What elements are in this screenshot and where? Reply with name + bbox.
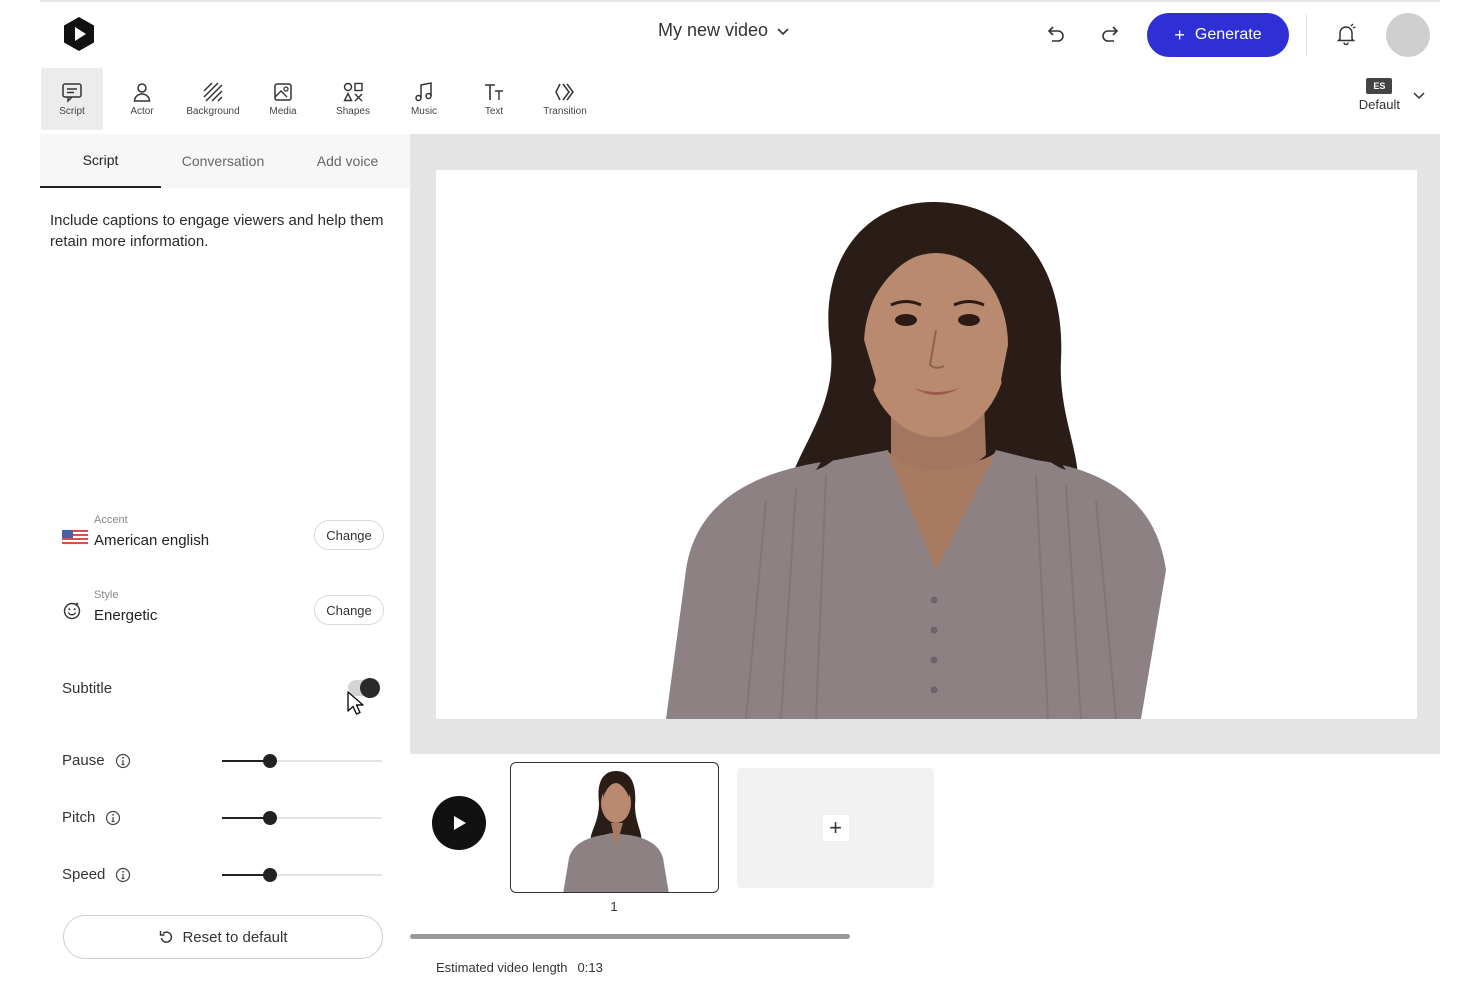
tool-label: Background bbox=[186, 106, 240, 117]
actor-presenter-image[interactable] bbox=[436, 170, 1417, 719]
header-divider bbox=[1306, 14, 1307, 56]
speed-label: Speed bbox=[62, 866, 106, 883]
tab-add-voice[interactable]: Add voice bbox=[285, 134, 410, 188]
info-icon[interactable] bbox=[115, 753, 131, 769]
video-canvas[interactable] bbox=[436, 170, 1417, 719]
pause-slider[interactable] bbox=[222, 754, 382, 768]
language-label: Default bbox=[1358, 97, 1400, 112]
tool-text[interactable]: Text bbox=[464, 68, 524, 130]
tool-bar: Script Actor Background Media Shapes Mus… bbox=[40, 68, 1440, 132]
scene-actor-image bbox=[563, 771, 669, 892]
us-flag-icon bbox=[62, 529, 88, 545]
add-scene-button[interactable]: + bbox=[737, 768, 934, 888]
reset-icon bbox=[160, 931, 173, 943]
text-icon bbox=[485, 84, 503, 100]
script-text[interactable]: Include captions to engage viewers and h… bbox=[50, 210, 390, 252]
tool-label: Text bbox=[484, 106, 504, 117]
tab-script[interactable]: Script bbox=[40, 134, 161, 188]
background-icon bbox=[203, 82, 223, 102]
subtitle-label: Subtitle bbox=[62, 680, 113, 697]
scene-thumbnail[interactable] bbox=[510, 762, 719, 893]
tab-conversation[interactable]: Conversation bbox=[161, 134, 285, 188]
pitch-label: Pitch bbox=[62, 809, 96, 826]
script-icon bbox=[62, 83, 82, 103]
slider-thumb[interactable] bbox=[263, 868, 277, 882]
chevron-down-icon bbox=[777, 27, 789, 35]
style-caption: Style bbox=[94, 589, 119, 601]
slider-thumb[interactable] bbox=[263, 811, 277, 825]
script-panel: Script Conversation Add voice Include ca… bbox=[40, 134, 410, 987]
reset-to-default-button[interactable]: Reset to default bbox=[63, 915, 383, 959]
pitch-setting: Pitch bbox=[62, 803, 384, 833]
change-accent-button[interactable]: Change bbox=[314, 520, 384, 550]
mouse-cursor-icon bbox=[347, 691, 364, 715]
play-button[interactable] bbox=[432, 796, 486, 850]
generate-button[interactable]: + Generate bbox=[1147, 13, 1289, 57]
slider-thumb[interactable] bbox=[263, 754, 277, 768]
redo-icon[interactable] bbox=[1099, 22, 1123, 46]
estimated-label: Estimated video length bbox=[436, 960, 568, 975]
speed-setting: Speed bbox=[62, 860, 384, 890]
info-icon[interactable] bbox=[105, 810, 121, 826]
subtitle-setting: Subtitle bbox=[62, 674, 384, 704]
info-icon[interactable] bbox=[115, 867, 131, 883]
video-title: My new video bbox=[658, 20, 769, 40]
timeline-scrollbar[interactable] bbox=[410, 934, 850, 939]
notification-bell-icon[interactable] bbox=[1334, 22, 1358, 46]
tool-label: Shapes bbox=[336, 106, 370, 117]
transition-icon bbox=[555, 83, 574, 101]
panel-tabs: Script Conversation Add voice bbox=[40, 134, 410, 188]
tool-label: Script bbox=[59, 106, 85, 117]
tool-label: Music bbox=[410, 106, 438, 117]
accent-setting: Accent American english Change bbox=[62, 512, 384, 562]
app-logo-icon[interactable] bbox=[62, 16, 96, 52]
pause-label: Pause bbox=[62, 752, 105, 769]
music-icon bbox=[415, 82, 432, 102]
pitch-slider[interactable] bbox=[222, 811, 382, 825]
chevron-down-icon bbox=[1413, 92, 1425, 100]
shapes-icon bbox=[343, 82, 363, 102]
video-stage bbox=[410, 134, 1440, 754]
accent-value: American english bbox=[94, 532, 210, 549]
tool-label: Actor bbox=[130, 106, 154, 117]
tool-music[interactable]: Music bbox=[394, 68, 454, 130]
plus-icon: + bbox=[1174, 25, 1185, 45]
actor-icon bbox=[133, 83, 151, 102]
change-style-button[interactable]: Change bbox=[314, 595, 384, 625]
style-value: Energetic bbox=[94, 607, 158, 624]
tool-script[interactable]: Script bbox=[41, 68, 103, 130]
tool-label: Media bbox=[269, 106, 297, 117]
language-badge: ES bbox=[1366, 78, 1393, 94]
tool-label: Transition bbox=[543, 106, 587, 117]
top-bar: My new video + Generate bbox=[40, 0, 1440, 66]
reset-label: Reset to default bbox=[182, 928, 288, 946]
language-selector[interactable]: ES Default bbox=[1359, 78, 1426, 112]
style-setting: Style Energetic Change bbox=[62, 587, 384, 637]
tool-background[interactable]: Background bbox=[180, 68, 246, 130]
play-icon bbox=[454, 816, 466, 830]
pause-setting: Pause bbox=[62, 746, 384, 776]
media-icon bbox=[274, 83, 292, 101]
smiley-icon bbox=[63, 602, 81, 620]
timeline: 1 + Estimated video length 0:13 bbox=[410, 754, 1440, 987]
plus-icon: + bbox=[822, 815, 849, 841]
estimated-value: 0:13 bbox=[577, 960, 603, 975]
tool-shapes[interactable]: Shapes bbox=[323, 68, 383, 130]
user-avatar[interactable] bbox=[1386, 13, 1430, 57]
speed-slider[interactable] bbox=[222, 868, 382, 882]
tool-transition[interactable]: Transition bbox=[534, 68, 596, 130]
estimated-video-length: Estimated video length 0:13 bbox=[436, 960, 603, 975]
tool-actor[interactable]: Actor bbox=[112, 68, 172, 130]
scene-number: 1 bbox=[610, 899, 618, 914]
tool-media[interactable]: Media bbox=[253, 68, 313, 130]
accent-caption: Accent bbox=[94, 514, 128, 526]
undo-icon[interactable] bbox=[1043, 22, 1067, 46]
generate-label: Generate bbox=[1194, 26, 1262, 43]
video-title-dropdown[interactable]: My new video bbox=[658, 20, 790, 41]
